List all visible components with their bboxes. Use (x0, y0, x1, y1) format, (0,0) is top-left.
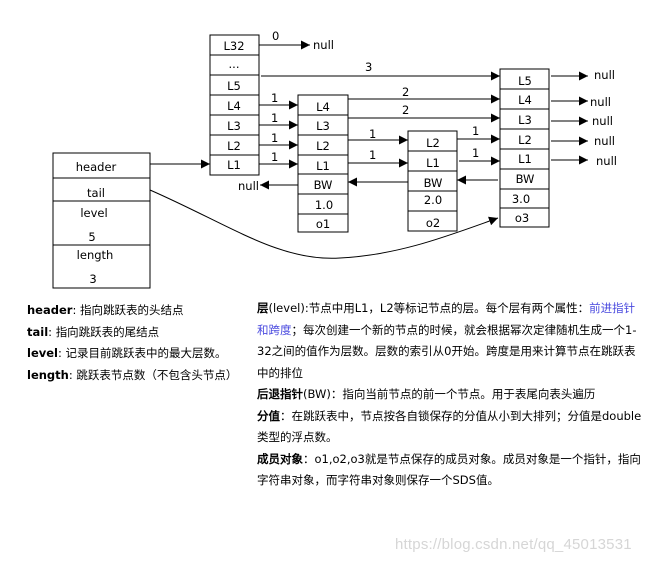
legend-node-fields: 层(level):节点中用L1，L2等标记节点的层。每个层有两个属性：前进指针和… (257, 298, 642, 492)
field-tail: tail (87, 186, 105, 200)
header-level-L5: L5 (227, 79, 241, 93)
node-backward: BW (314, 178, 333, 192)
legend-obj: 成员对象：o1,o2,o3就是节点保存的成员对象。成员对象是一个指针，指向字符串… (257, 451, 641, 488)
node-level-L3: L3 (518, 113, 532, 127)
field-header: header (76, 160, 117, 174)
node-level-L3: L3 (316, 119, 330, 133)
span-label: 1 (271, 111, 278, 125)
header-level-L1: L1 (227, 158, 241, 172)
span-label: 2 (402, 103, 409, 117)
span-label: 1 (472, 124, 479, 138)
span-label: 1 (271, 131, 278, 145)
skiplist-node-1: L4 L3 L2 L1 BW 1.0 o1 (297, 94, 349, 233)
node-level-L5: L5 (518, 74, 532, 88)
node-level-L2: L2 (518, 133, 532, 147)
null-label: null (596, 154, 617, 168)
header-level-L3: L3 (227, 119, 241, 133)
node-level-L4: L4 (518, 93, 532, 107)
field-level: level (80, 206, 107, 220)
node-level-L2: L2 (316, 139, 330, 153)
header-level-ellipsis: ... (229, 57, 240, 71)
null-label: null (592, 114, 613, 128)
span-label: 1 (271, 150, 278, 164)
node-obj: o1 (316, 217, 330, 231)
span-label: 3 (365, 60, 372, 74)
node-score: 1.0 (315, 198, 333, 212)
header-level-L2: L2 (227, 139, 241, 153)
span-label: 1 (369, 148, 376, 162)
node-level-L1: L1 (316, 159, 330, 173)
zskiplist-struct: header tail level 5 length 3 (52, 152, 151, 289)
legend-list-fields: header: 指向跳跃表的头结点 tail: 指向跳跃表的尾结点 level:… (27, 300, 257, 386)
legend-item: length: 跳跃表节点数（不包含头节点） (27, 367, 238, 382)
node-backward: BW (516, 172, 535, 186)
null-label: null (594, 68, 615, 82)
node-score: 3.0 (512, 192, 530, 206)
legend-backward: 后退指针(BW)：指向当前节点的前一个节点。用于表尾向表头遍历 (257, 387, 596, 401)
span-label: 0 (272, 29, 279, 43)
watermark: https://blog.csdn.net/qq_45013531 (395, 536, 632, 553)
legend-item: tail: 指向跳跃表的尾结点 (27, 324, 160, 339)
legend-item: level: 记录目前跳跃表中的最大层数。 (27, 346, 227, 360)
header-level-L4: L4 (227, 99, 241, 113)
node-level-L2: L2 (426, 136, 440, 150)
node-score: 2.0 (424, 193, 442, 207)
skiplist-node-2: L2 L1 BW 2.0 o2 (407, 130, 458, 232)
node-level-L1: L1 (518, 152, 532, 166)
field-level-value: 5 (88, 230, 95, 244)
node-obj: o2 (426, 216, 440, 230)
null-label: null (238, 179, 259, 193)
span-label: 2 (402, 85, 409, 99)
node-backward: BW (424, 176, 443, 190)
node-level-L4: L4 (316, 100, 330, 114)
header-level-L32: L32 (223, 39, 244, 53)
field-length: length (77, 248, 114, 262)
field-length-value: 3 (89, 272, 96, 286)
null-label: null (313, 38, 334, 52)
null-label: null (594, 134, 615, 148)
node-level-L1: L1 (426, 156, 440, 170)
legend-level: 层(level):节点中用L1，L2等标记节点的层。每个层有两个属性：前进指针和… (257, 301, 637, 380)
legend-item: header: 指向跳跃表的头结点 (27, 303, 184, 317)
span-label: 1 (472, 146, 479, 160)
legend-score: 分值：在跳跃表中，节点按各自锁保存的分值从小到大排列；分值是double类型的浮… (257, 408, 642, 445)
node-obj: o3 (515, 211, 529, 225)
skiplist-node-3: L5 L4 L3 L2 L1 BW 3.0 o3 (499, 68, 550, 228)
header-node: L32 ... L5 L4 L3 L2 L1 (209, 34, 260, 176)
span-label: 1 (271, 91, 278, 105)
span-label: 1 (369, 127, 376, 141)
skiplist-diagram: header tail level 5 length 3 L32 ... L5 … (52, 29, 617, 289)
null-label: null (590, 95, 611, 109)
